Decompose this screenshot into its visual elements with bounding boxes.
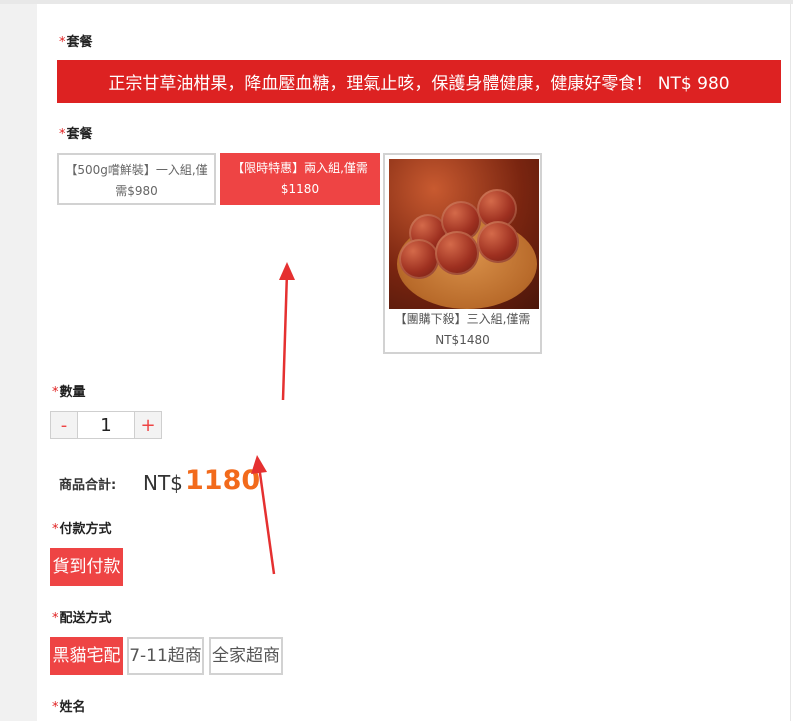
annotation-arrows [251, 262, 295, 575]
annotation-arrow-total-head [251, 455, 267, 474]
annotation-arrow-up-head [279, 262, 295, 280]
annotation-arrow-total-shaft [257, 465, 276, 575]
annotation-arrow-up-shaft [281, 271, 289, 401]
